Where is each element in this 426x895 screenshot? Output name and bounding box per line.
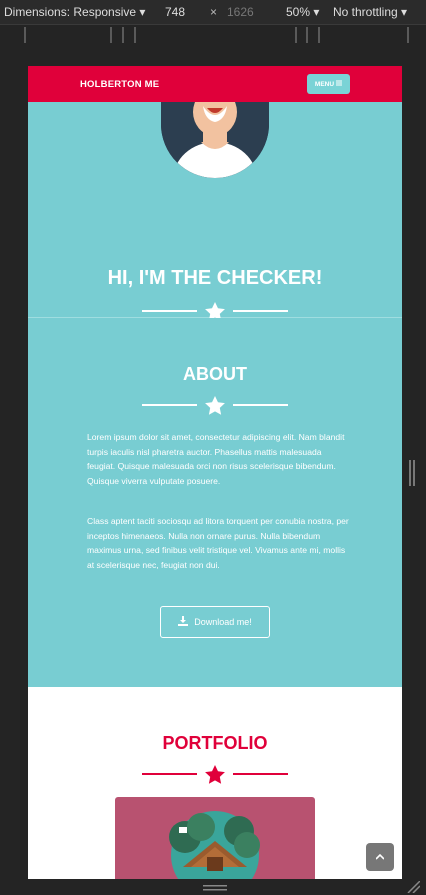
chevron-up-icon — [375, 852, 385, 863]
scroll-to-top-button[interactable] — [366, 843, 394, 871]
dimensions-dropdown[interactable]: Dimensions: Responsive ▾ — [4, 5, 145, 19]
hero-title: HI, I'M THE CHECKER! — [107, 267, 323, 289]
portfolio-title: PORTFOLIO — [162, 733, 268, 753]
cabin-illustration — [169, 811, 260, 879]
corner-resize-icon[interactable] — [406, 881, 420, 893]
device-viewport: HOLBERTON ME MENU HI, I'M THE CHECKER! A… — [28, 66, 402, 879]
hero-section: HI, I'M THE CHECKER! — [28, 92, 402, 321]
hamburger-icon — [336, 80, 343, 88]
viewport-resize-handle[interactable] — [409, 460, 415, 486]
about-title: ABOUT — [183, 364, 247, 384]
portfolio-section: PORTFOLIO — [28, 687, 402, 879]
about-section: ABOUT Lorem ipsum dolor sit amet, consec… — [28, 318, 402, 687]
download-label: Download me! — [194, 617, 252, 627]
times-icon: × — [210, 5, 218, 19]
brand-link[interactable]: HOLBERTON ME — [80, 79, 159, 90]
menu-label: MENU — [314, 80, 335, 88]
about-divider — [142, 395, 288, 415]
about-paragraph-1: Lorem ipsum dolor sit amet, consectetur … — [87, 432, 345, 486]
devtools-toolbar: Dimensions: Responsive ▾ 748 × 1626 50% … — [0, 0, 426, 24]
zoom-dropdown[interactable]: 50% ▾ — [286, 5, 319, 19]
grip-icon[interactable] — [203, 885, 227, 891]
width-input[interactable]: 748 — [165, 5, 185, 19]
bottom-resize-bar — [0, 879, 426, 895]
download-button[interactable]: Download me! — [160, 606, 270, 638]
avatar — [161, 92, 269, 178]
throttling-dropdown[interactable]: No throttling ▾ — [333, 5, 407, 19]
portfolio-item-cabin[interactable] — [115, 797, 315, 879]
portfolio-divider — [142, 764, 288, 784]
download-icon — [178, 616, 189, 628]
navbar: HOLBERTON ME MENU — [28, 66, 402, 102]
menu-button[interactable]: MENU — [307, 74, 350, 94]
media-query-ruler — [0, 24, 426, 46]
about-paragraph-2: Class aptent taciti sociosqu ad litora t… — [87, 516, 349, 570]
star-icon — [205, 396, 225, 415]
height-input[interactable]: 1626 — [227, 5, 254, 19]
star-icon — [205, 765, 225, 784]
